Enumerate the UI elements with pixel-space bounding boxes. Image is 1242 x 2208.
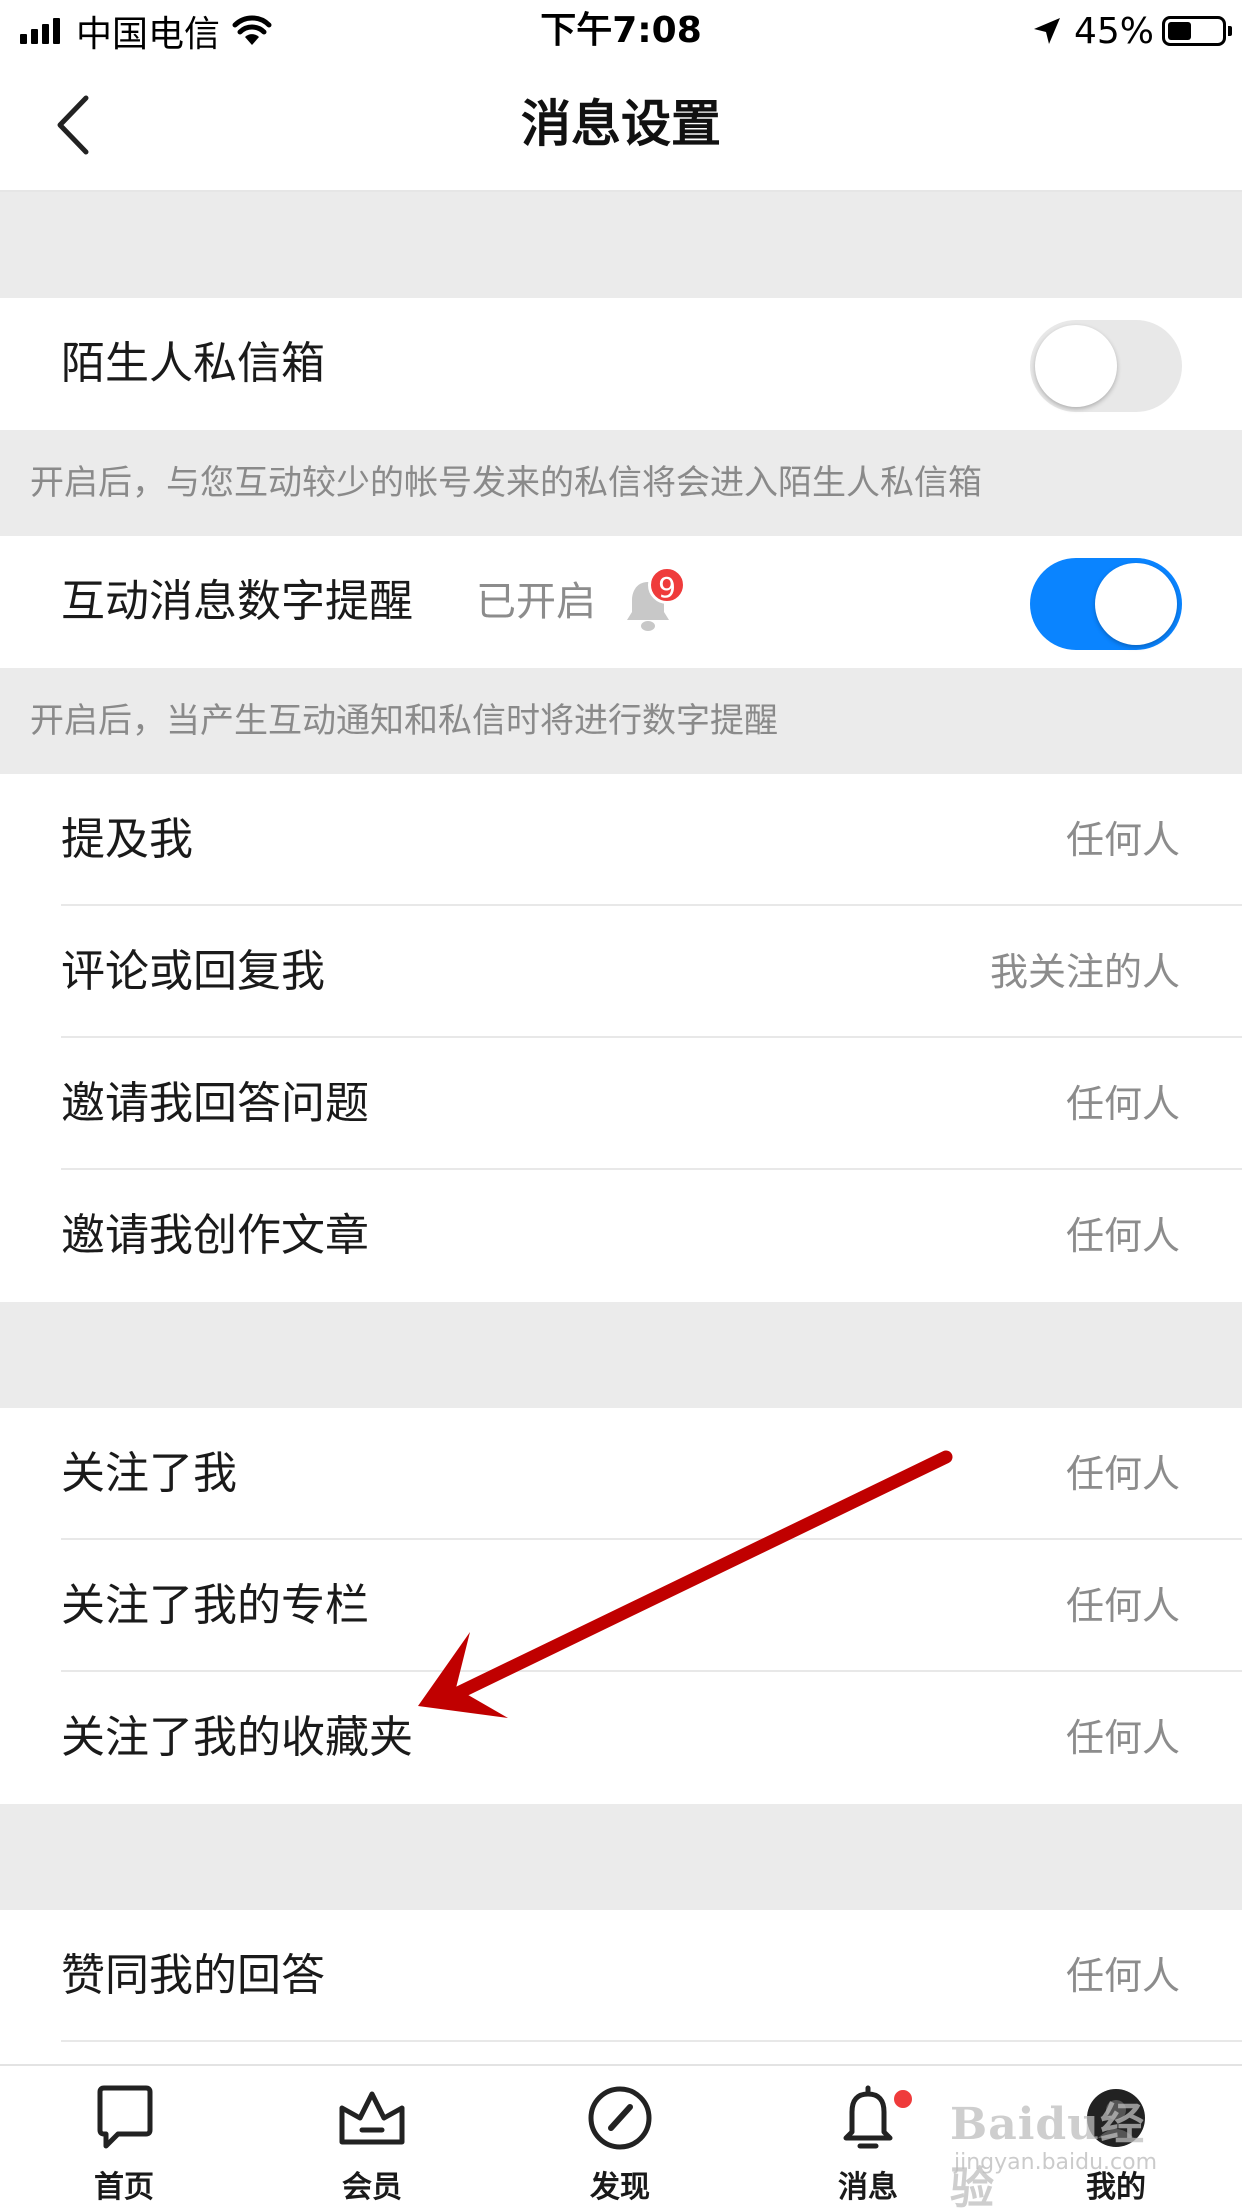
crown-icon (339, 2091, 405, 2145)
toggle-knob (1035, 325, 1117, 407)
setting-value: 任何人 (1065, 1716, 1180, 1760)
stranger-inbox-label: 陌生人私信箱 (61, 338, 325, 389)
setting-value: 任何人 (1065, 1214, 1180, 1258)
badge-reminder-toggle[interactable] (1030, 558, 1182, 650)
setting-label: 关注了我的专栏 (61, 1580, 369, 1631)
home-flag-icon (97, 2085, 153, 2149)
setting-row-invite-article[interactable]: 邀请我创作文章 任何人 (0, 1170, 1242, 1302)
badge-reminder-row: 互动消息数字提醒 已开启 9 (0, 536, 1242, 668)
setting-value: 任何人 (1065, 1584, 1180, 1628)
tab-label: 消息 (838, 2170, 898, 2205)
tab-label: 会员 (342, 2170, 402, 2205)
badge-reminder-status: 已开启 (476, 579, 596, 625)
setting-row-followed-me[interactable]: 关注了我 任何人 (0, 1408, 1242, 1540)
setting-label: 提及我 (61, 814, 193, 865)
tab-label: 首页 (94, 2170, 154, 2205)
setting-row-invite-answer[interactable]: 邀请我回答问题 任何人 (0, 1038, 1242, 1170)
setting-label: 评论或回复我 (61, 946, 325, 997)
watermark-url: jingyan.baidu.com (954, 2150, 1158, 2175)
location-arrow-icon (1033, 18, 1060, 44)
stranger-inbox-toggle[interactable] (1030, 320, 1182, 412)
back-button[interactable] (40, 90, 104, 160)
setting-label: 关注了我 (61, 1448, 237, 1499)
tab-messages[interactable]: 消息 (768, 2066, 968, 2208)
setting-label: 关注了我的收藏夹 (61, 1712, 413, 1763)
setting-row-comment-reply[interactable]: 评论或回复我 我关注的人 (0, 906, 1242, 1038)
stranger-inbox-row: 陌生人私信箱 (0, 298, 1242, 430)
notification-dot (892, 2088, 914, 2110)
tab-vip[interactable]: 会员 (272, 2066, 472, 2208)
setting-row-upvote-answer[interactable]: 赞同我的回答 任何人 (0, 1910, 1242, 2042)
setting-row-followed-column[interactable]: 关注了我的专栏 任何人 (0, 1540, 1242, 1672)
setting-value: 任何人 (1065, 1954, 1180, 1998)
watermark: Baidu经验 jingyan.baidu.com (950, 2088, 1180, 2208)
setting-value: 任何人 (1065, 818, 1180, 862)
tab-discover[interactable]: 发现 (520, 2066, 720, 2208)
badge-count: 9 (648, 566, 686, 604)
chevron-left-icon (57, 95, 89, 155)
battery-percent: 45% (1073, 10, 1154, 52)
bell-badge-preview: 9 (624, 566, 686, 636)
setting-label: 邀请我回答问题 (61, 1078, 369, 1129)
stranger-inbox-hint: 开启后，与您互动较少的帐号发来的私信将会进入陌生人私信箱 (0, 430, 1242, 536)
setting-row-mention[interactable]: 提及我 任何人 (0, 774, 1242, 906)
battery-icon (1162, 16, 1232, 46)
tab-label: 发现 (590, 2170, 650, 2205)
setting-label: 邀请我创作文章 (61, 1210, 369, 1261)
navigation-bar: 消息设置 (0, 62, 1242, 192)
badge-reminder-hint: 开启后，当产生互动通知和私信时将进行数字提醒 (0, 668, 1242, 774)
setting-row-followed-collection[interactable]: 关注了我的收藏夹 任何人 (0, 1672, 1242, 1804)
watermark-text: Baidu经验 (950, 2099, 1146, 2208)
setting-label: 赞同我的回答 (61, 1950, 325, 2001)
section-gap (0, 192, 1242, 298)
setting-row-partial (0, 2042, 1242, 2064)
badge-reminder-label: 互动消息数字提醒 (61, 576, 413, 627)
page-title: 消息设置 (521, 95, 721, 153)
setting-value: 任何人 (1065, 1082, 1180, 1126)
section-gap (0, 1302, 1242, 1408)
setting-value: 我关注的人 (989, 950, 1180, 994)
section-gap (0, 1804, 1242, 1910)
compass-icon (588, 2086, 652, 2150)
setting-value: 任何人 (1065, 1452, 1180, 1496)
toggle-knob (1095, 563, 1177, 645)
status-bar: 中国电信 下午7:08 45% (0, 0, 1242, 62)
tab-home[interactable]: 首页 (24, 2066, 224, 2208)
